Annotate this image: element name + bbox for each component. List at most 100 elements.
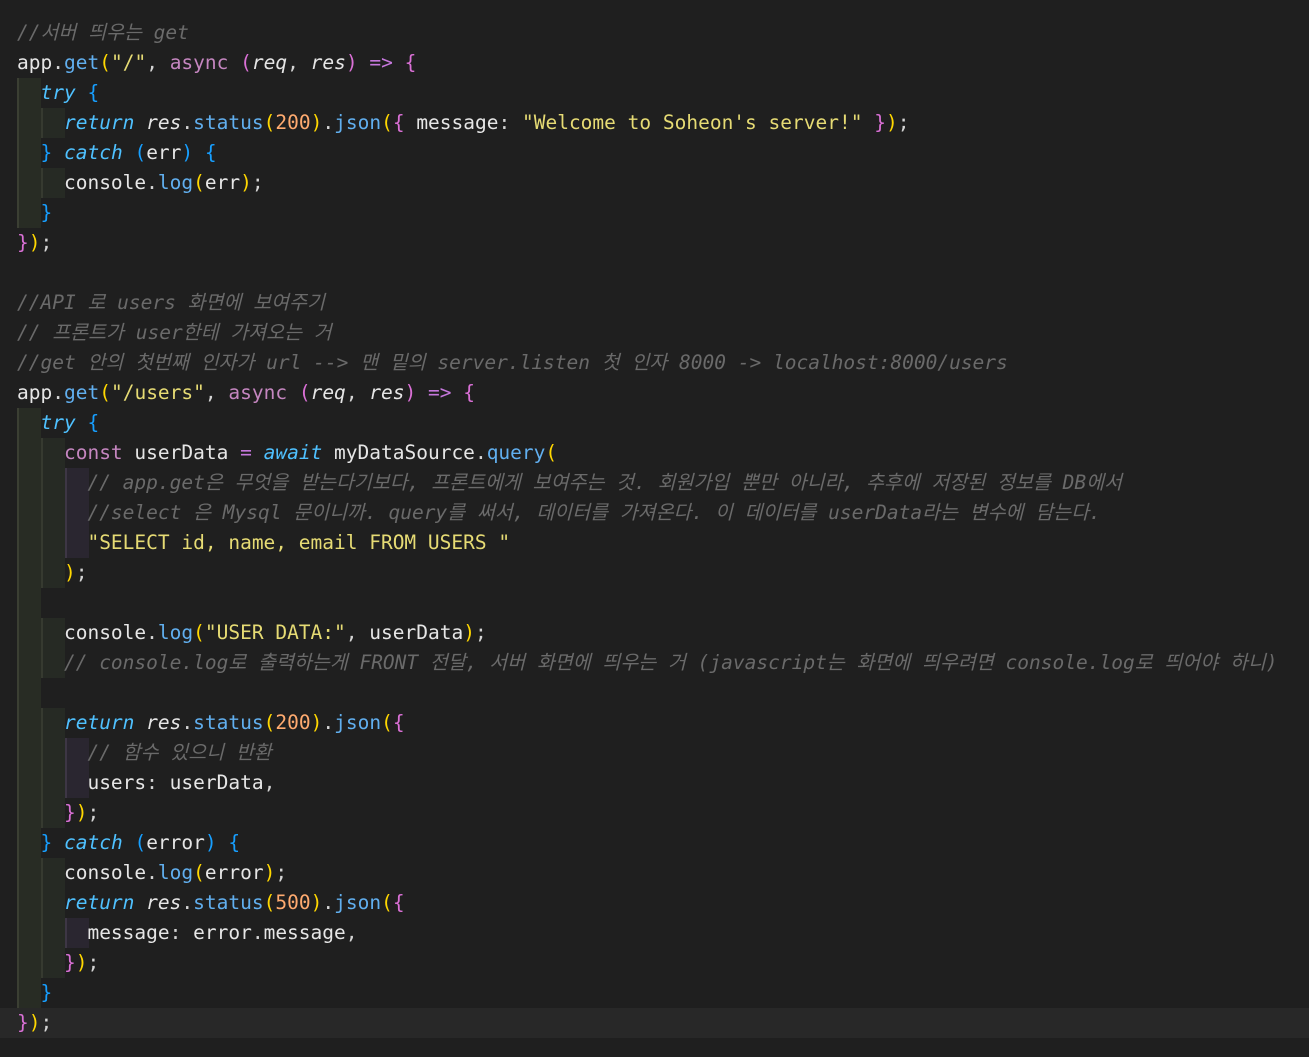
- code-line[interactable]: });: [0, 948, 1309, 978]
- code-token: (: [263, 891, 276, 914]
- code-token: err: [146, 141, 182, 164]
- code-line[interactable]: });: [0, 798, 1309, 828]
- code-token: "/users": [110, 381, 205, 404]
- code-token: .: [146, 861, 158, 884]
- code-token: =>: [369, 51, 393, 74]
- code-line[interactable]: }: [0, 198, 1309, 228]
- code-line[interactable]: return res.status(200).json({ message: "…: [0, 108, 1309, 138]
- code-token: ;: [87, 801, 100, 824]
- code-line[interactable]: // 함수 있으니 반환: [0, 738, 1309, 768]
- code-line[interactable]: "SELECT id, name, email FROM USERS ": [0, 528, 1309, 558]
- code-text: });: [17, 231, 52, 254]
- code-token: query: [486, 441, 546, 464]
- code-token: async: [228, 381, 288, 404]
- code-token: ): [345, 51, 358, 74]
- code-token: ,: [345, 621, 370, 644]
- code-token: console: [63, 621, 147, 644]
- code-token: try: [40, 81, 76, 104]
- code-line[interactable]: });: [0, 1008, 1309, 1038]
- code-editor[interactable]: //서버 띄우는 get app.get("/", async (req, res…: [0, 18, 1309, 1038]
- code-token: error: [204, 861, 264, 884]
- code-token: const: [63, 441, 123, 464]
- code-token: (: [99, 381, 111, 404]
- code-token: ;: [40, 231, 53, 254]
- code-line[interactable]: //get 안의 첫번째 인자가 url --> 맨 밑의 server.lis…: [0, 348, 1309, 378]
- code-line[interactable]: try {: [0, 78, 1309, 108]
- code-line[interactable]: const userData = await myDataSource.quer…: [0, 438, 1309, 468]
- code-text: "SELECT id, name, email FROM USERS ": [17, 531, 510, 554]
- code-token: (: [263, 111, 276, 134]
- code-token: (: [381, 111, 393, 134]
- code-line[interactable]: // app.get은 무엇을 받는다기보다, 프론트에게 보여주는 것. 회원…: [0, 468, 1309, 498]
- code-token: (: [545, 441, 558, 464]
- code-token: ): [885, 111, 898, 134]
- code-token: ;: [251, 171, 264, 194]
- code-token: app: [17, 51, 53, 74]
- code-token: 500: [275, 891, 311, 914]
- code-text: // console.log로 출력하는게 FRONT 전달, 서버 화면에 띄…: [17, 651, 1278, 674]
- code-line[interactable]: return res.status(500).json({: [0, 888, 1309, 918]
- code-line[interactable]: message: error.message,: [0, 918, 1309, 948]
- code-token: (: [134, 141, 147, 164]
- code-token: ;: [474, 621, 487, 644]
- code-line[interactable]: [0, 258, 1309, 288]
- code-text: //select 은 Mysql 문이니까. query를 써서, 데이터를 가…: [17, 501, 1100, 524]
- code-line[interactable]: app.get("/", async (req, res) => {: [0, 48, 1309, 78]
- code-token: .: [181, 891, 194, 914]
- code-token: (: [381, 891, 393, 914]
- code-token: ): [28, 231, 41, 254]
- code-token: //get 안의 첫번째 인자가 url --> 맨 밑의 server.lis…: [17, 351, 1008, 374]
- code-token: .: [322, 711, 335, 734]
- code-line[interactable]: [0, 588, 1309, 618]
- code-token: (: [99, 51, 111, 74]
- code-token: res: [146, 711, 182, 734]
- code-line[interactable]: [0, 678, 1309, 708]
- code-token: error: [193, 921, 252, 944]
- code-text: );: [17, 561, 88, 584]
- code-token: ;: [40, 1011, 53, 1034]
- code-line[interactable]: // console.log로 출력하는게 FRONT 전달, 서버 화면에 띄…: [0, 648, 1309, 678]
- code-token: ): [463, 621, 475, 644]
- code-line[interactable]: //API 로 users 화면에 보여주기: [0, 288, 1309, 318]
- code-token: ): [75, 951, 88, 974]
- code-token: // 함수 있으니 반환: [87, 741, 272, 764]
- code-token: (: [134, 831, 147, 854]
- code-line[interactable]: try {: [0, 408, 1309, 438]
- code-text: return res.status(200).json({: [17, 711, 405, 734]
- code-token: ,: [287, 51, 311, 74]
- code-line[interactable]: );: [0, 558, 1309, 588]
- code-token: {: [392, 111, 405, 134]
- code-line[interactable]: users: userData,: [0, 768, 1309, 798]
- code-text: console.log(error);: [17, 861, 287, 884]
- code-line[interactable]: //서버 띄우는 get: [0, 18, 1309, 48]
- code-text: // app.get은 무엇을 받는다기보다, 프론트에게 보여주는 것. 회원…: [17, 471, 1122, 494]
- code-text: //get 안의 첫번째 인자가 url --> 맨 밑의 server.lis…: [17, 351, 1008, 374]
- code-line[interactable]: console.log(error);: [0, 858, 1309, 888]
- code-line[interactable]: //select 은 Mysql 문이니까. query를 써서, 데이터를 가…: [0, 498, 1309, 528]
- code-text: console.log(err);: [17, 171, 264, 194]
- code-token: json: [334, 111, 382, 134]
- code-line[interactable]: });: [0, 228, 1309, 258]
- code-line[interactable]: } catch (err) {: [0, 138, 1309, 168]
- code-line[interactable]: return res.status(200).json({: [0, 708, 1309, 738]
- code-line[interactable]: } catch (error) {: [0, 828, 1309, 858]
- code-line[interactable]: // 프론트가 user한테 가져오는 거: [0, 318, 1309, 348]
- code-line[interactable]: app.get("/users", async (req, res) => {: [0, 378, 1309, 408]
- code-token: try: [40, 411, 76, 434]
- code-token: userData: [169, 771, 264, 794]
- code-line[interactable]: console.log(err);: [0, 168, 1309, 198]
- code-token: status: [193, 111, 264, 134]
- code-token: }: [63, 951, 76, 974]
- code-token: ): [204, 831, 217, 854]
- code-token: log: [157, 621, 194, 644]
- code-line[interactable]: }: [0, 978, 1309, 1008]
- code-line[interactable]: console.log("USER DATA:", userData);: [0, 618, 1309, 648]
